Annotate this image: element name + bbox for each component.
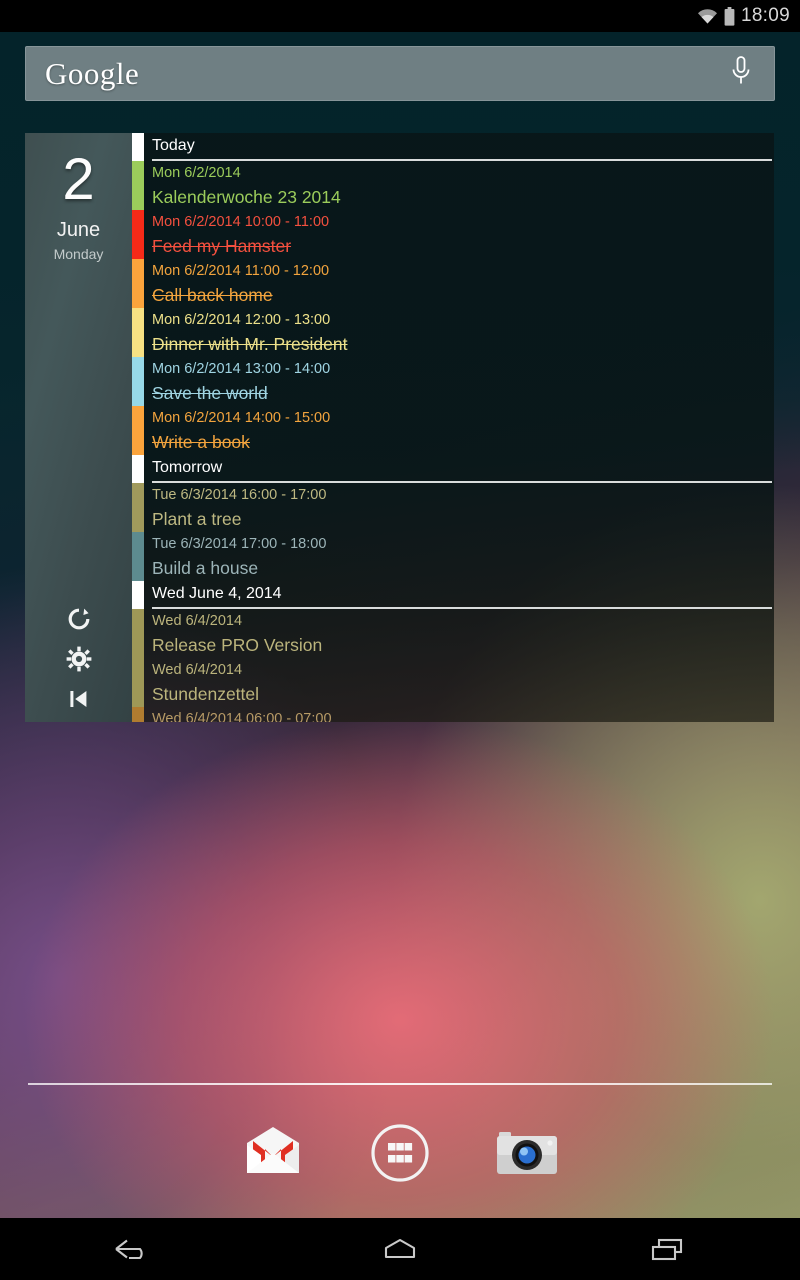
agenda-row-body: Mon 6/2/2014 14:00 - 15:00 Write a book (144, 406, 774, 455)
widget-date-panel: 2 June Monday (25, 133, 132, 722)
event-title: Stundenzettel (152, 684, 260, 704)
event-title: Plant a tree (152, 509, 242, 529)
section-header-label: Tomorrow (152, 459, 223, 476)
event-title: Feed my Hamster (152, 236, 292, 256)
event-color-bar (132, 455, 144, 483)
event-color-bar (132, 707, 144, 722)
event-datetime: Mon 6/2/2014 12:00 - 13:00 (152, 312, 331, 328)
agenda-event-row[interactable]: Tue 6/3/2014 17:00 - 18:00 Build a house (132, 532, 774, 581)
agenda-event-row[interactable]: Mon 6/2/2014 10:00 - 11:00 Feed my Hamste… (132, 210, 774, 259)
camera-icon[interactable] (493, 1119, 561, 1187)
agenda-row-body: Mon 6/2/2014 Kalenderwoche 23 2014 (144, 161, 774, 210)
agenda-row-body: Tue 6/3/2014 17:00 - 18:00 Build a house (144, 532, 774, 581)
status-bar: 18:09 (0, 0, 800, 32)
back-button[interactable] (73, 1218, 193, 1280)
agenda-section-header: Tomorrow (132, 455, 774, 483)
agenda-event-row[interactable]: Mon 6/2/2014 11:00 - 12:00 Call back home (132, 259, 774, 308)
event-color-bar (132, 406, 144, 455)
event-color-bar (132, 210, 144, 259)
event-color-bar (132, 308, 144, 357)
status-bar-clock: 18:09 (740, 5, 790, 26)
event-color-bar (132, 483, 144, 532)
dock-divider (28, 1083, 772, 1085)
agenda-event-row[interactable]: Wed 6/4/2014 Stundenzettel (132, 658, 774, 707)
event-datetime: Wed 6/4/2014 (152, 613, 243, 629)
event-title: Write a book (152, 432, 250, 452)
event-title: Build a house (152, 558, 259, 578)
event-color-bar (132, 133, 144, 161)
event-color-bar (132, 532, 144, 581)
home-button[interactable] (340, 1218, 460, 1280)
event-datetime: Tue 6/3/2014 16:00 - 17:00 (152, 487, 327, 503)
event-color-bar (132, 609, 144, 658)
event-title: Save the world (152, 383, 268, 403)
google-logo: Google (45, 56, 140, 91)
agenda-event-row[interactable]: Wed 6/4/2014 06:00 - 07:00 (132, 707, 774, 722)
agenda-row-body: Mon 6/2/2014 13:00 - 14:00 Save the world (144, 357, 774, 406)
settings-gear-icon[interactable] (66, 646, 92, 672)
agenda-event-row[interactable]: Mon 6/2/2014 14:00 - 15:00 Write a book (132, 406, 774, 455)
agenda-section-header: Today (132, 133, 774, 161)
widget-controls (25, 606, 132, 712)
skip-to-start-icon[interactable] (66, 686, 92, 712)
agenda-event-row[interactable]: Wed 6/4/2014 Release PRO Version (132, 609, 774, 658)
section-header-label: Wed June 4, 2014 (152, 585, 282, 602)
agenda-row-body: Wed June 4, 2014 (144, 581, 774, 609)
navigation-bar (0, 1218, 800, 1280)
event-datetime: Mon 6/2/2014 11:00 - 12:00 (152, 263, 330, 279)
event-color-bar (132, 357, 144, 406)
google-search-bar[interactable]: Google (25, 46, 775, 101)
date-weekday: Monday (53, 246, 104, 262)
agenda-row-body: Mon 6/2/2014 10:00 - 11:00 Feed my Hamste… (144, 210, 774, 259)
microphone-icon[interactable] (730, 55, 752, 92)
agenda-section-header: Wed June 4, 2014 (132, 581, 774, 609)
date-month: June (56, 219, 101, 241)
wifi-icon (697, 8, 718, 24)
event-datetime: Mon 6/2/2014 (152, 165, 241, 181)
android-home-screen: 18:09 Google 2 June Monday Today Mon 6/2… (0, 0, 800, 1280)
agenda-event-row[interactable]: Mon 6/2/2014 Kalenderwoche 23 2014 (132, 161, 774, 210)
recents-button[interactable] (607, 1218, 727, 1280)
date-day-number: 2 (62, 147, 95, 212)
event-title: Release PRO Version (152, 635, 323, 655)
agenda-row-body: Tue 6/3/2014 16:00 - 17:00 Plant a tree (144, 483, 774, 532)
gmail-icon[interactable] (239, 1119, 307, 1187)
agenda-row-body: Wed 6/4/2014 Release PRO Version (144, 609, 774, 658)
agenda-row-body: Wed 6/4/2014 Stundenzettel (144, 658, 774, 707)
event-datetime: Wed 6/4/2014 (152, 662, 243, 678)
agenda-event-row[interactable]: Mon 6/2/2014 12:00 - 13:00 Dinner with Mr… (132, 308, 774, 357)
event-color-bar (132, 658, 144, 707)
section-header-label: Today (152, 137, 195, 154)
agenda-row-body: Mon 6/2/2014 11:00 - 12:00 Call back home (144, 259, 774, 308)
agenda-row-body: Tomorrow (144, 455, 774, 483)
agenda-row-body: Wed 6/4/2014 06:00 - 07:00 (144, 707, 774, 722)
event-datetime: Wed 6/4/2014 06:00 - 07:00 (152, 711, 332, 722)
dock (0, 1110, 800, 1196)
agenda-list[interactable]: Today Mon 6/2/2014 Kalenderwoche 23 2014 Mo… (132, 133, 774, 722)
event-title: Kalenderwoche 23 2014 (152, 187, 341, 207)
refresh-icon[interactable] (66, 606, 92, 632)
agenda-event-row[interactable]: Mon 6/2/2014 13:00 - 14:00 Save the world (132, 357, 774, 406)
battery-icon (724, 6, 735, 26)
agenda-row-body: Mon 6/2/2014 12:00 - 13:00 Dinner with Mr… (144, 308, 774, 357)
event-title: Dinner with Mr. President (152, 334, 348, 354)
agenda-event-row[interactable]: Tue 6/3/2014 16:00 - 17:00 Plant a tree (132, 483, 774, 532)
event-color-bar (132, 161, 144, 210)
event-datetime: Mon 6/2/2014 10:00 - 11:00 (152, 214, 330, 230)
event-title: Call back home (152, 285, 273, 305)
event-datetime: Mon 6/2/2014 14:00 - 15:00 (152, 410, 331, 426)
app-drawer-icon[interactable] (366, 1119, 434, 1187)
event-color-bar (132, 259, 144, 308)
calendar-agenda-widget[interactable]: 2 June Monday Today Mon 6/2/2014 Kalende… (25, 133, 774, 722)
event-datetime: Tue 6/3/2014 17:00 - 18:00 (152, 536, 327, 552)
event-datetime: Mon 6/2/2014 13:00 - 14:00 (152, 361, 331, 377)
event-color-bar (132, 581, 144, 609)
agenda-row-body: Today (144, 133, 774, 161)
